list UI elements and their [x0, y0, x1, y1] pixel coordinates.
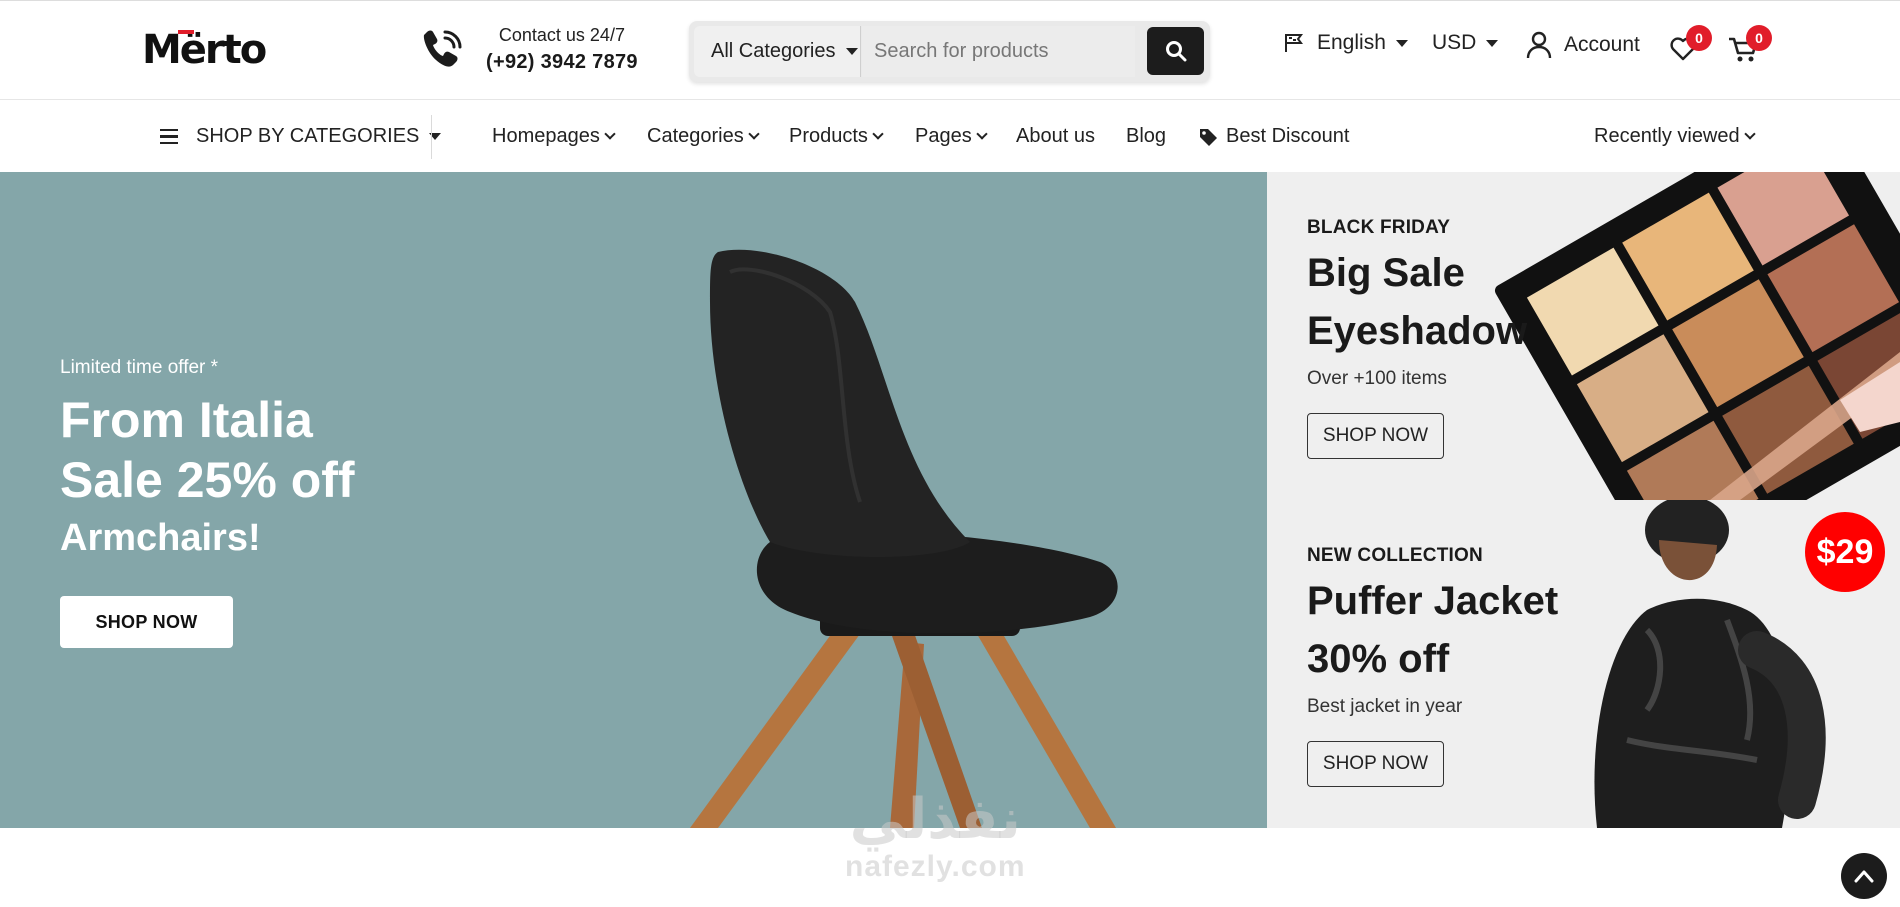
shop-by-categories-button[interactable]: SHOP BY CATEGORIES: [160, 101, 442, 172]
recently-viewed-label: Recently viewed: [1594, 125, 1740, 147]
nav-item-pages[interactable]: Pages: [915, 101, 988, 172]
promo-title: Puffer Jacket 30% off: [1307, 572, 1558, 688]
search-button[interactable]: [1147, 27, 1204, 75]
price-badge: $29: [1805, 512, 1885, 592]
promo-shop-now-button[interactable]: SHOP NOW: [1307, 413, 1444, 459]
promo-card-puffer-jacket: $29 NEW COLLECTION Puffer Jacket 30% off…: [1267, 500, 1900, 828]
chevron-down-icon: [748, 128, 760, 140]
search-input[interactable]: [862, 26, 1135, 77]
watermark-latin: nafezly.com: [845, 850, 1026, 883]
caret-down-icon: [1395, 39, 1408, 47]
cart-count-badge: 0: [1746, 25, 1772, 51]
promo-card-eyeshadow: BLACK FRIDAY Big Sale Eyeshadow Over +10…: [1267, 172, 1900, 500]
hero-title: From Italia Sale 25% off: [60, 390, 355, 510]
hero-kicker: Limited time offer *: [60, 357, 219, 378]
hero-subtitle: Armchairs!: [60, 517, 261, 559]
nav-item-products[interactable]: Products: [789, 101, 884, 172]
caret-down-icon: [845, 48, 858, 55]
promo-kicker: BLACK FRIDAY: [1307, 217, 1451, 238]
account-link[interactable]: Account: [1526, 31, 1640, 59]
logo-accent-bar: [178, 30, 194, 34]
language-label: English: [1317, 31, 1386, 54]
logo-text: Mërto: [142, 27, 267, 73]
chevron-down-icon: [872, 128, 884, 140]
chevron-down-icon: [976, 128, 988, 140]
main-nav: SHOP BY CATEGORIES Homepages Categories …: [0, 101, 1900, 172]
currency-label: USD: [1432, 31, 1477, 54]
currency-selector[interactable]: USD: [1432, 31, 1499, 55]
nav-divider: [431, 115, 432, 159]
promo-title-line: Big Sale: [1307, 251, 1465, 295]
contact-label: Contact us 24/7: [498, 25, 625, 45]
contact-block: Contact us 24/7 (+92) 3942 7879: [418, 25, 638, 74]
nav-item-best-discount[interactable]: Best Discount: [1198, 101, 1349, 172]
recently-viewed-dropdown[interactable]: Recently viewed: [1594, 101, 1756, 172]
menu-icon: [160, 128, 178, 145]
promo-kicker: NEW COLLECTION: [1307, 545, 1483, 566]
scroll-to-top-button[interactable]: [1841, 853, 1887, 899]
category-select[interactable]: All Categories: [694, 26, 861, 77]
chevron-up-icon: [1854, 870, 1874, 883]
caret-down-icon: [1486, 39, 1499, 47]
nav-item-label: Homepages: [492, 125, 600, 147]
nav-item-about-us[interactable]: About us: [1016, 101, 1095, 172]
account-label: Account: [1564, 33, 1640, 56]
phone-icon: [423, 30, 462, 67]
chevron-down-icon: [604, 128, 616, 140]
promo-shop-now-button[interactable]: SHOP NOW: [1307, 741, 1444, 787]
top-header: Mërto Contact us 24/7 (+92) 3942 7879 Al…: [0, 0, 1900, 100]
language-selector[interactable]: English: [1283, 31, 1408, 55]
nav-item-label: About us: [1016, 125, 1095, 147]
hero-title-line: Sale 25% off: [60, 452, 355, 508]
flag-icon: [1285, 34, 1303, 52]
tag-icon: [1200, 128, 1217, 146]
promo-sub: Best jacket in year: [1307, 696, 1463, 717]
promo-sub: Over +100 items: [1307, 368, 1447, 389]
user-icon: [1526, 31, 1552, 59]
nav-item-homepages[interactable]: Homepages: [492, 101, 616, 172]
hero-title-line: From Italia: [60, 392, 313, 448]
contact-phone[interactable]: (+92) 3942 7879: [486, 51, 638, 74]
category-select-value: All Categories: [711, 40, 836, 62]
promo-title-line: Puffer Jacket: [1307, 579, 1559, 623]
hero-banner: Limited time offer * From Italia Sale 25…: [0, 172, 1267, 828]
nav-item-label: Categories: [647, 125, 744, 147]
nav-item-label: Products: [789, 125, 868, 147]
nav-item-categories[interactable]: Categories: [647, 101, 760, 172]
nav-item-label: Best Discount: [1226, 125, 1350, 147]
search-icon: [1165, 41, 1186, 62]
search-bar: All Categories: [689, 21, 1210, 82]
promo-title: Big Sale Eyeshadow: [1307, 244, 1527, 360]
promo-title-line: 30% off: [1307, 637, 1450, 681]
nav-item-label: Pages: [915, 125, 972, 147]
promo-title-line: Eyeshadow: [1307, 309, 1528, 353]
hero-shop-now-button[interactable]: SHOP NOW: [60, 596, 233, 648]
watermark-arabic: نفذلي: [849, 787, 1021, 852]
brand-logo[interactable]: Mërto: [142, 27, 267, 73]
shop-by-categories-label: SHOP BY CATEGORIES: [196, 125, 420, 147]
wishlist-count-badge: 0: [1686, 25, 1712, 51]
chevron-down-icon: [1743, 128, 1756, 140]
chair-image: [690, 249, 1118, 828]
watermark: نفذلي nafezly.com: [845, 790, 1026, 884]
nav-item-blog[interactable]: Blog: [1126, 101, 1166, 172]
nav-item-label: Blog: [1126, 125, 1167, 147]
